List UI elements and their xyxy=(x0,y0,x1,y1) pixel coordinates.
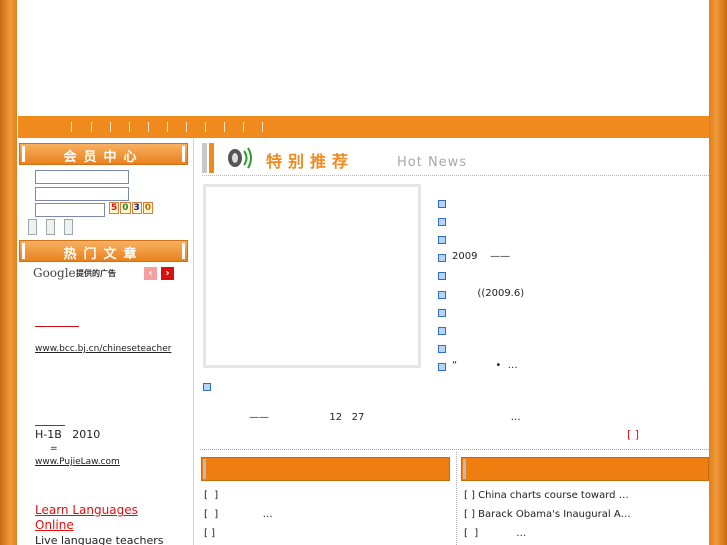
news-item[interactable] xyxy=(438,306,708,324)
header-bar-orange xyxy=(209,143,214,173)
ad-text: H-1B 2010 xyxy=(35,428,101,441)
news-item-text[interactable]: 2009 —— xyxy=(452,251,510,262)
member-center-header: 会员中心 xyxy=(19,143,188,165)
captcha-digit: 0 xyxy=(142,202,154,214)
divider xyxy=(200,449,709,450)
list-item[interactable]: [ ] … xyxy=(464,528,526,539)
divider xyxy=(456,452,457,545)
bullet-icon xyxy=(438,309,446,317)
news-item[interactable] xyxy=(438,233,708,251)
captcha-digit: 5 xyxy=(109,202,120,214)
list-item[interactable]: [ ] Barack Obama's Inaugural A… xyxy=(464,509,631,520)
section-header-right xyxy=(461,457,709,481)
featured-title: 特别推荐 xyxy=(266,152,355,171)
news-item[interactable] xyxy=(438,197,708,215)
news-item[interactable]: “ • … xyxy=(438,360,708,378)
list-item[interactable]: [ ] China charts course toward … xyxy=(464,490,629,501)
ad-title-link[interactable] xyxy=(35,425,65,426)
bullet-icon xyxy=(438,327,446,335)
captcha-input[interactable] xyxy=(35,203,105,217)
ad-next-arrow-icon[interactable]: › xyxy=(161,267,174,280)
captcha-code: 5030 xyxy=(109,202,154,214)
ad-title-link[interactable]: Learn Languages Online xyxy=(35,503,165,533)
hot-articles-header: 热门文章 xyxy=(19,240,188,262)
bullet-icon xyxy=(438,363,446,371)
hot-articles-title: 热门文章 xyxy=(63,247,144,262)
nav-separator xyxy=(129,122,130,132)
header-bar-gray xyxy=(202,143,207,173)
nav-separator xyxy=(71,122,72,132)
list-item[interactable]: [ ] … xyxy=(204,509,273,520)
ad-prev-arrow-icon[interactable]: ‹ xyxy=(144,267,157,280)
ad-text: = xyxy=(50,444,58,454)
bullet-icon xyxy=(438,200,446,208)
news-item[interactable] xyxy=(438,342,708,360)
google-logo: Google xyxy=(33,266,76,280)
bullet-icon xyxy=(438,254,446,262)
main-nav-bar xyxy=(18,116,709,138)
news-item[interactable] xyxy=(438,215,708,233)
bullet-icon xyxy=(438,291,446,299)
ad-url-link[interactable]: www.bcc.bj.cn/chineseteacher xyxy=(35,344,171,354)
list-item[interactable]: [ ] xyxy=(204,528,215,539)
news-item[interactable] xyxy=(438,269,708,287)
bullet-icon xyxy=(438,272,446,280)
nav-separator xyxy=(167,122,168,132)
username-input[interactable] xyxy=(35,170,129,184)
nav-separator xyxy=(110,122,111,132)
header-bar-gray xyxy=(463,459,466,479)
left-page-border xyxy=(0,0,17,545)
forgot-password-button[interactable] xyxy=(64,219,73,235)
news-item-text[interactable]: “ • … xyxy=(452,360,518,371)
nav-separator xyxy=(205,122,206,132)
bullet-icon xyxy=(203,383,211,391)
login-button[interactable] xyxy=(28,219,37,235)
featured-extra-text[interactable]: —— 12 27 … xyxy=(249,412,521,423)
nav-separator xyxy=(262,122,263,132)
news-item[interactable] xyxy=(438,324,708,342)
nav-separator xyxy=(243,122,244,132)
section-header-left xyxy=(201,457,450,481)
header-bar-gray xyxy=(203,459,206,479)
register-button[interactable] xyxy=(46,219,55,235)
bullet-icon xyxy=(438,345,446,353)
password-input[interactable] xyxy=(35,187,129,201)
list-item[interactable]: [ ] xyxy=(204,490,218,501)
ad-description: Live language teachers xyxy=(35,534,164,545)
featured-image[interactable] xyxy=(203,184,421,368)
news-item-text[interactable]: ((2009.6) xyxy=(452,288,524,299)
more-link[interactable]: [ ] xyxy=(627,428,639,441)
google-ad-label: 提供的广告 xyxy=(76,269,116,278)
featured-header: 特别推荐 Hot News xyxy=(202,143,709,176)
page-container: 会员中心 5030 热门文章 Google 提供的广告 ‹ › www.bcc.… xyxy=(17,0,709,545)
ad-url-link[interactable]: www.PujieLaw.com xyxy=(35,457,120,467)
ad-title-link[interactable] xyxy=(35,326,79,327)
nav-separator xyxy=(148,122,149,132)
news-item[interactable]: 2009 —— xyxy=(438,251,708,269)
news-item[interactable]: ((2009.6) xyxy=(438,288,708,306)
nav-separator xyxy=(91,122,92,132)
featured-title-en: Hot News xyxy=(397,155,468,170)
bullet-icon xyxy=(438,236,446,244)
member-center-title: 会员中心 xyxy=(63,150,144,165)
nav-separator xyxy=(224,122,225,132)
right-page-border xyxy=(709,0,727,545)
bullet-icon xyxy=(438,218,446,226)
captcha-digit: 3 xyxy=(131,202,142,214)
nav-separator xyxy=(186,122,187,132)
speaker-icon xyxy=(228,147,252,169)
captcha-digit: 0 xyxy=(120,202,131,214)
